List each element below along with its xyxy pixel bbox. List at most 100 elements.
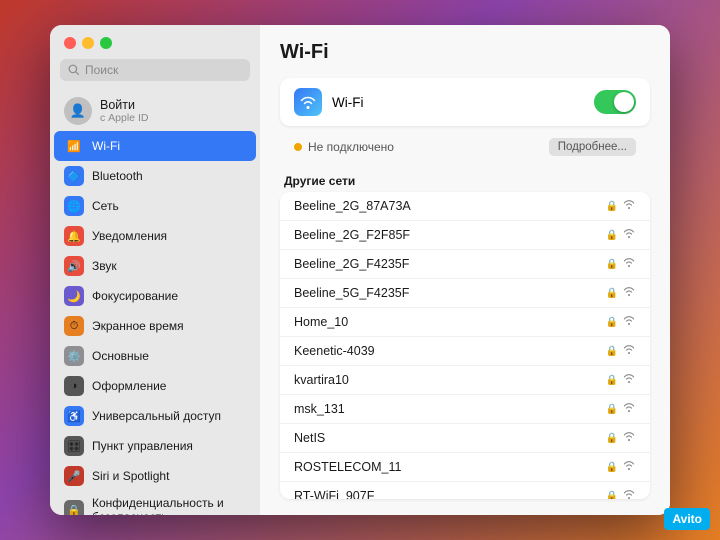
sidebar-item-notifications[interactable]: 🔔 Уведомления: [54, 221, 256, 251]
sidebar-item-appearance[interactable]: ◑ Оформление: [54, 371, 256, 401]
network-item[interactable]: msk_131🔒: [280, 395, 650, 424]
lock-icon: 🔒: [606, 201, 618, 212]
network-item[interactable]: NetIS🔒: [280, 424, 650, 453]
network-item[interactable]: ROSTELECOM_11🔒: [280, 453, 650, 482]
network-name: Beeline_2G_87A73A: [294, 199, 606, 213]
titlebar-dots: [50, 37, 260, 59]
sidebar-item-general[interactable]: ⚙️ Основные: [54, 341, 256, 371]
sidebar-label-privacy: Конфиденциальность и безопасность: [92, 496, 246, 515]
sidebar-item-network[interactable]: 🌐 Сеть: [54, 191, 256, 221]
network-icon: 🌐: [64, 196, 84, 216]
appearance-icon: ◑: [64, 376, 84, 396]
lock-icon: 🔒: [606, 404, 618, 415]
sidebar-label-notifications: Уведомления: [92, 229, 167, 243]
notifications-icon: 🔔: [64, 226, 84, 246]
privacy-icon: 🔒: [64, 500, 84, 515]
network-icons: 🔒: [606, 344, 636, 358]
sidebar-label-accessibility: Универсальный доступ: [92, 409, 221, 423]
page-title: Wi-Fi: [280, 41, 650, 64]
network-name: kvartira10: [294, 373, 606, 387]
sidebar-item-wifi[interactable]: 📶Wi-Fi: [54, 131, 256, 161]
sidebar-list: 👤 Войти с Apple ID 📶Wi-Fi 🔷 Bluetooth 🌐 Сеть…: [50, 91, 260, 515]
sidebar: Поиск 👤 Войти с Apple ID 📶Wi-Fi 🔷 Bluetoot…: [50, 25, 260, 515]
network-name: ROSTELECOM_11: [294, 460, 606, 474]
general-icon: ⚙️: [64, 346, 84, 366]
toggle-knob: [614, 92, 634, 112]
network-icons: 🔒: [606, 315, 636, 329]
status-text: Не подключено: [308, 140, 543, 154]
network-icons: 🔒: [606, 257, 636, 271]
lock-icon: 🔒: [606, 375, 618, 386]
search-icon: [68, 64, 80, 76]
siri-icon: 🎤: [64, 466, 84, 486]
wifi-signal-icon: [622, 402, 636, 416]
network-icons: 🔒: [606, 228, 636, 242]
wifi-toggle[interactable]: [594, 90, 636, 114]
network-item[interactable]: Beeline_2G_F2F85F🔒: [280, 221, 650, 250]
network-icons: 🔒: [606, 489, 636, 499]
close-button[interactable]: [64, 37, 76, 49]
network-icons: 🔒: [606, 431, 636, 445]
sidebar-item-bluetooth[interactable]: 🔷 Bluetooth: [54, 161, 256, 191]
search-bar[interactable]: Поиск: [60, 59, 250, 81]
sidebar-item-screen-time[interactable]: ⏱ Экранное время: [54, 311, 256, 341]
network-name: Beeline_5G_F4235F: [294, 286, 606, 300]
network-item[interactable]: Home_10🔒: [280, 308, 650, 337]
lock-icon: 🔒: [606, 433, 618, 444]
wifi-signal-icon: [622, 373, 636, 387]
fullscreen-button[interactable]: [100, 37, 112, 49]
lock-icon: 🔒: [606, 462, 618, 473]
wifi-signal-icon: [622, 199, 636, 213]
sidebar-item-siri[interactable]: 🎤 Siri и Spotlight: [54, 461, 256, 491]
sidebar-label-appearance: Оформление: [92, 379, 166, 393]
signin-row[interactable]: 👤 Войти с Apple ID: [54, 91, 256, 131]
sidebar-label-screen-time: Экранное время: [92, 319, 184, 333]
lock-icon: 🔒: [606, 230, 618, 241]
sidebar-label-focus: Фокусирование: [92, 289, 178, 303]
sidebar-label-sound: Звук: [92, 259, 117, 273]
sidebar-item-sound[interactable]: 🔊 Звук: [54, 251, 256, 281]
avito-badge: Avito: [664, 508, 710, 530]
network-item[interactable]: RT-WiFi_907F🔒: [280, 482, 650, 499]
network-item[interactable]: Beeline_2G_F4235F🔒: [280, 250, 650, 279]
accessibility-icon: ♿: [64, 406, 84, 426]
network-icons: 🔒: [606, 199, 636, 213]
network-item[interactable]: Keenetic-4039🔒: [280, 337, 650, 366]
signin-label: Войти: [100, 98, 148, 112]
lock-icon: 🔒: [606, 288, 618, 299]
wifi-signal-icon: [622, 257, 636, 271]
wifi-signal-icon: [622, 344, 636, 358]
wifi-signal-icon: [622, 489, 636, 499]
screen-time-icon: ⏱: [64, 316, 84, 336]
network-name: NetIS: [294, 431, 606, 445]
sidebar-item-control-center[interactable]: 🎛Пункт управления: [54, 431, 256, 461]
lock-icon: 🔒: [606, 317, 618, 328]
sidebar-items: 📶Wi-Fi 🔷 Bluetooth 🌐 Сеть 🔔 Уведомления 🔊 Звук 🌙 Ф…: [50, 131, 260, 515]
sidebar-item-privacy[interactable]: 🔒 Конфиденциальность и безопасность: [54, 491, 256, 515]
details-button[interactable]: Подробнее...: [549, 138, 636, 156]
network-item[interactable]: kvartira10🔒: [280, 366, 650, 395]
sidebar-label-network: Сеть: [92, 199, 119, 213]
status-row: Не подключено Подробнее...: [280, 132, 650, 162]
network-icons: 🔒: [606, 402, 636, 416]
sidebar-label-siri: Siri и Spotlight: [92, 469, 169, 483]
sidebar-item-focus[interactable]: 🌙 Фокусирование: [54, 281, 256, 311]
focus-icon: 🌙: [64, 286, 84, 306]
minimize-button[interactable]: [82, 37, 94, 49]
bluetooth-icon: 🔷: [64, 166, 84, 186]
network-item[interactable]: Beeline_2G_87A73A🔒: [280, 192, 650, 221]
search-placeholder: Поиск: [85, 63, 118, 77]
main-content: Wi-Fi Wi-Fi Не подключено Подробнее... Д…: [260, 25, 670, 515]
network-icons: 🔒: [606, 373, 636, 387]
sidebar-label-bluetooth: Bluetooth: [92, 169, 143, 183]
system-preferences-window: Поиск 👤 Войти с Apple ID 📶Wi-Fi 🔷 Bluetoot…: [50, 25, 670, 515]
lock-icon: 🔒: [606, 491, 618, 500]
network-item[interactable]: Beeline_5G_F4235F🔒: [280, 279, 650, 308]
sidebar-item-accessibility[interactable]: ♿ Универсальный доступ: [54, 401, 256, 431]
wifi-signal-icon: [622, 315, 636, 329]
sound-icon: 🔊: [64, 256, 84, 276]
network-name: Beeline_2G_F2F85F: [294, 228, 606, 242]
sidebar-label-general: Основные: [92, 349, 149, 363]
lock-icon: 🔒: [606, 259, 618, 270]
wifi-signal-icon: [622, 431, 636, 445]
